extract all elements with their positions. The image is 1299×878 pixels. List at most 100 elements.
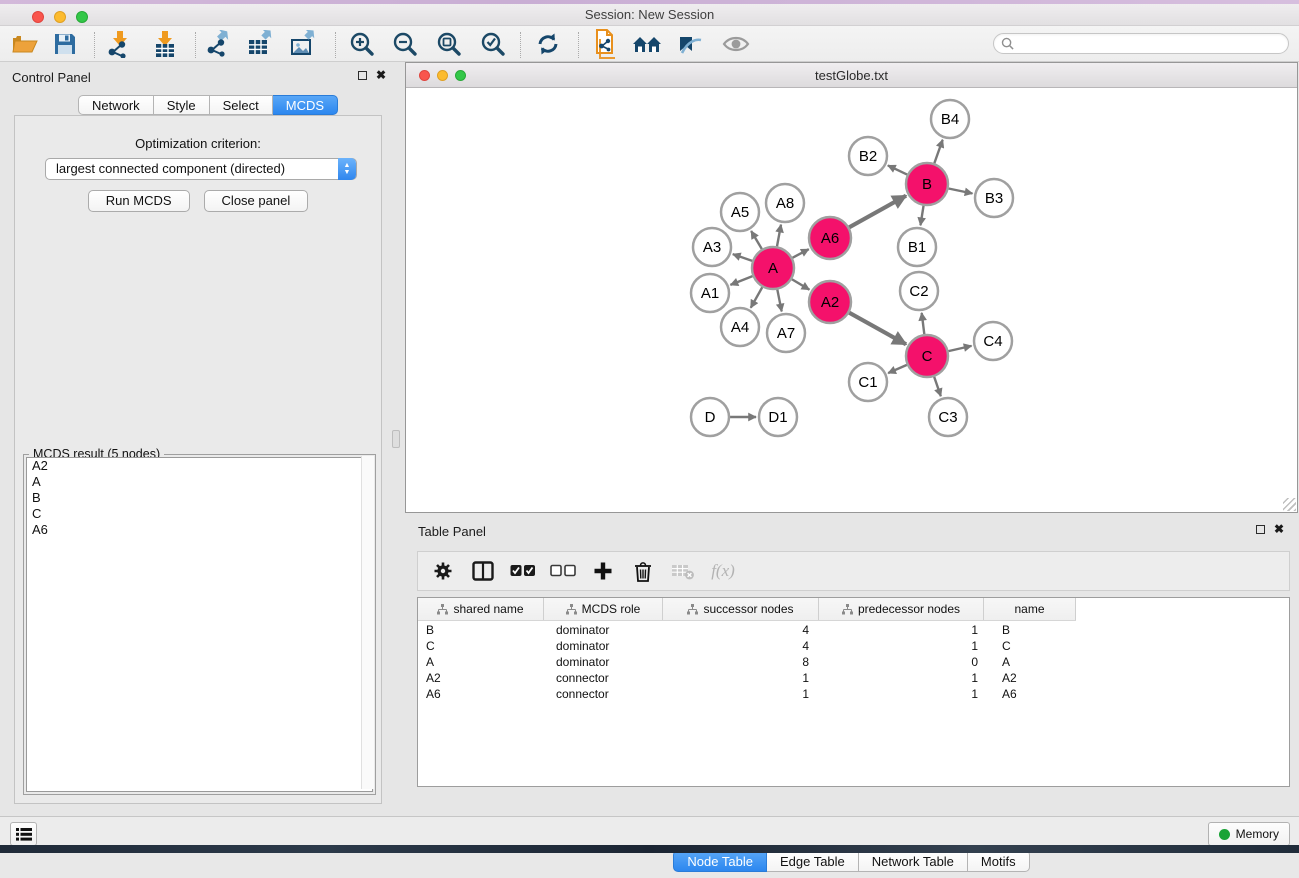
- graph-edge[interactable]: [751, 287, 763, 308]
- show-panels-list-button[interactable]: [10, 822, 37, 846]
- graph-edge[interactable]: [751, 231, 762, 249]
- memory-button[interactable]: Memory: [1208, 822, 1290, 846]
- graph-edge[interactable]: [888, 165, 907, 174]
- tab-select[interactable]: Select: [210, 95, 273, 115]
- tab-mcds[interactable]: MCDS: [273, 95, 338, 115]
- table-cell: 1: [663, 670, 819, 686]
- home-button[interactable]: [630, 29, 666, 59]
- table-settings-button[interactable]: [430, 558, 456, 584]
- export-image-button[interactable]: [286, 29, 322, 59]
- table-row[interactable]: A6connector11A6: [418, 686, 1289, 702]
- graph-edge[interactable]: [730, 276, 752, 285]
- column-header-name[interactable]: name: [984, 598, 1076, 620]
- close-table-panel-icon[interactable]: ✖: [1274, 524, 1284, 534]
- tab-node-table[interactable]: Node Table: [673, 850, 767, 872]
- toggle-column-view-button[interactable]: [470, 558, 496, 584]
- mcds-result-groupbox: MCDS result (5 nodes) A2ABCA6: [23, 454, 376, 795]
- columns-icon: [472, 561, 494, 581]
- column-header-shared-name[interactable]: shared name: [418, 598, 544, 620]
- mcds-result-item[interactable]: B: [27, 490, 372, 506]
- tab-edge-table[interactable]: Edge Table: [767, 850, 859, 872]
- search-input[interactable]: [993, 33, 1289, 54]
- control-panel-header: Control Panel ✖: [4, 66, 392, 88]
- toolbar-separator: [578, 32, 579, 58]
- zoom-fit-button[interactable]: [431, 29, 467, 59]
- window-resize-grip[interactable]: [1283, 498, 1296, 511]
- graph-edge[interactable]: [777, 225, 781, 247]
- table-cell: 1: [663, 686, 819, 702]
- table-cell: A: [418, 654, 544, 670]
- splitter-grip[interactable]: [392, 430, 400, 448]
- graph-edge[interactable]: [920, 206, 923, 226]
- label-visibility-button[interactable]: [672, 29, 708, 59]
- column-header-mcds-role[interactable]: MCDS role: [544, 598, 663, 620]
- graph-edge[interactable]: [792, 249, 808, 258]
- search-icon: [1001, 37, 1014, 50]
- column-header-predecessor-nodes[interactable]: predecessor nodes: [819, 598, 984, 620]
- graph-node-label: D: [705, 409, 716, 426]
- graph-node-label: C4: [983, 333, 1002, 350]
- add-column-button[interactable]: [590, 558, 616, 584]
- tab-network-table[interactable]: Network Table: [859, 850, 968, 872]
- graph-edge[interactable]: [948, 346, 971, 351]
- save-session-button[interactable]: [47, 29, 83, 59]
- graph-edge[interactable]: [888, 365, 907, 373]
- export-table-button[interactable]: [243, 29, 279, 59]
- refresh-view-button[interactable]: [530, 29, 566, 59]
- table-panel-title: Table Panel: [418, 524, 486, 539]
- criterion-dropdown[interactable]: largest connected component (directed) ▲…: [45, 158, 357, 180]
- select-all-button[interactable]: [510, 558, 536, 584]
- graph-edge[interactable]: [792, 279, 809, 289]
- network-canvas[interactable]: AA1A2A3A4A5A6A7A8BB1B2B3B4CC1C2C3C4DD1: [406, 88, 1297, 512]
- tab-network[interactable]: Network: [78, 95, 154, 115]
- graph-edge[interactable]: [922, 313, 925, 334]
- delete-column-button[interactable]: [630, 558, 656, 584]
- open-session-button[interactable]: [7, 29, 43, 59]
- deselect-all-button[interactable]: [550, 558, 576, 584]
- graph-edge[interactable]: [777, 290, 781, 312]
- result-scrollbar[interactable]: [361, 456, 374, 789]
- graph-edge[interactable]: [733, 254, 752, 261]
- column-header-successor-nodes[interactable]: successor nodes: [663, 598, 819, 620]
- table-toolbar: f(x): [417, 551, 1290, 591]
- zoom-selected-button[interactable]: [475, 29, 511, 59]
- close-panel-icon[interactable]: ✖: [376, 70, 386, 80]
- clone-network-button[interactable]: [588, 29, 624, 59]
- graph-edge[interactable]: [849, 313, 906, 345]
- table-row[interactable]: Cdominator41C: [418, 638, 1289, 654]
- mcds-result-item[interactable]: C: [27, 506, 372, 522]
- tab-motifs[interactable]: Motifs: [968, 850, 1030, 872]
- graph-edge[interactable]: [949, 188, 973, 193]
- checked-boxes-icon: [510, 564, 536, 578]
- graph-node-label: A: [768, 260, 778, 277]
- table-cell: 4: [663, 638, 819, 654]
- import-network-button[interactable]: [102, 29, 138, 59]
- tab-style[interactable]: Style: [154, 95, 210, 115]
- float-panel-icon[interactable]: [358, 71, 367, 80]
- shared-column-icon: [437, 604, 448, 615]
- mcds-result-item[interactable]: A2: [27, 458, 372, 474]
- graph-edge[interactable]: [849, 196, 906, 228]
- import-table-icon: [151, 30, 179, 58]
- control-panel: Control Panel ✖ Network Style Select MCD…: [4, 66, 392, 812]
- network-window-titlebar[interactable]: testGlobe.txt: [406, 63, 1297, 88]
- table-cell: B: [418, 622, 544, 638]
- run-mcds-button[interactable]: Run MCDS: [88, 190, 190, 212]
- mcds-result-list[interactable]: A2ABCA6: [26, 457, 373, 792]
- float-table-panel-icon[interactable]: [1256, 525, 1265, 534]
- table-row[interactable]: Adominator80A: [418, 654, 1289, 670]
- control-panel-title: Control Panel: [12, 70, 91, 85]
- import-table-button[interactable]: [147, 29, 183, 59]
- graph-edge[interactable]: [934, 140, 942, 164]
- graph-edge[interactable]: [934, 377, 941, 396]
- hide-graphics-button[interactable]: [718, 29, 754, 59]
- mcds-panel: Optimization criterion: largest connecte…: [14, 115, 382, 804]
- mcds-result-item[interactable]: A6: [27, 522, 372, 538]
- close-panel-button[interactable]: Close panel: [204, 190, 309, 212]
- table-row[interactable]: A2connector11A2: [418, 670, 1289, 686]
- export-network-button[interactable]: [201, 29, 237, 59]
- zoom-out-button[interactable]: [387, 29, 423, 59]
- mcds-result-item[interactable]: A: [27, 474, 372, 490]
- table-row[interactable]: Bdominator41B: [418, 622, 1289, 638]
- zoom-in-button[interactable]: [344, 29, 380, 59]
